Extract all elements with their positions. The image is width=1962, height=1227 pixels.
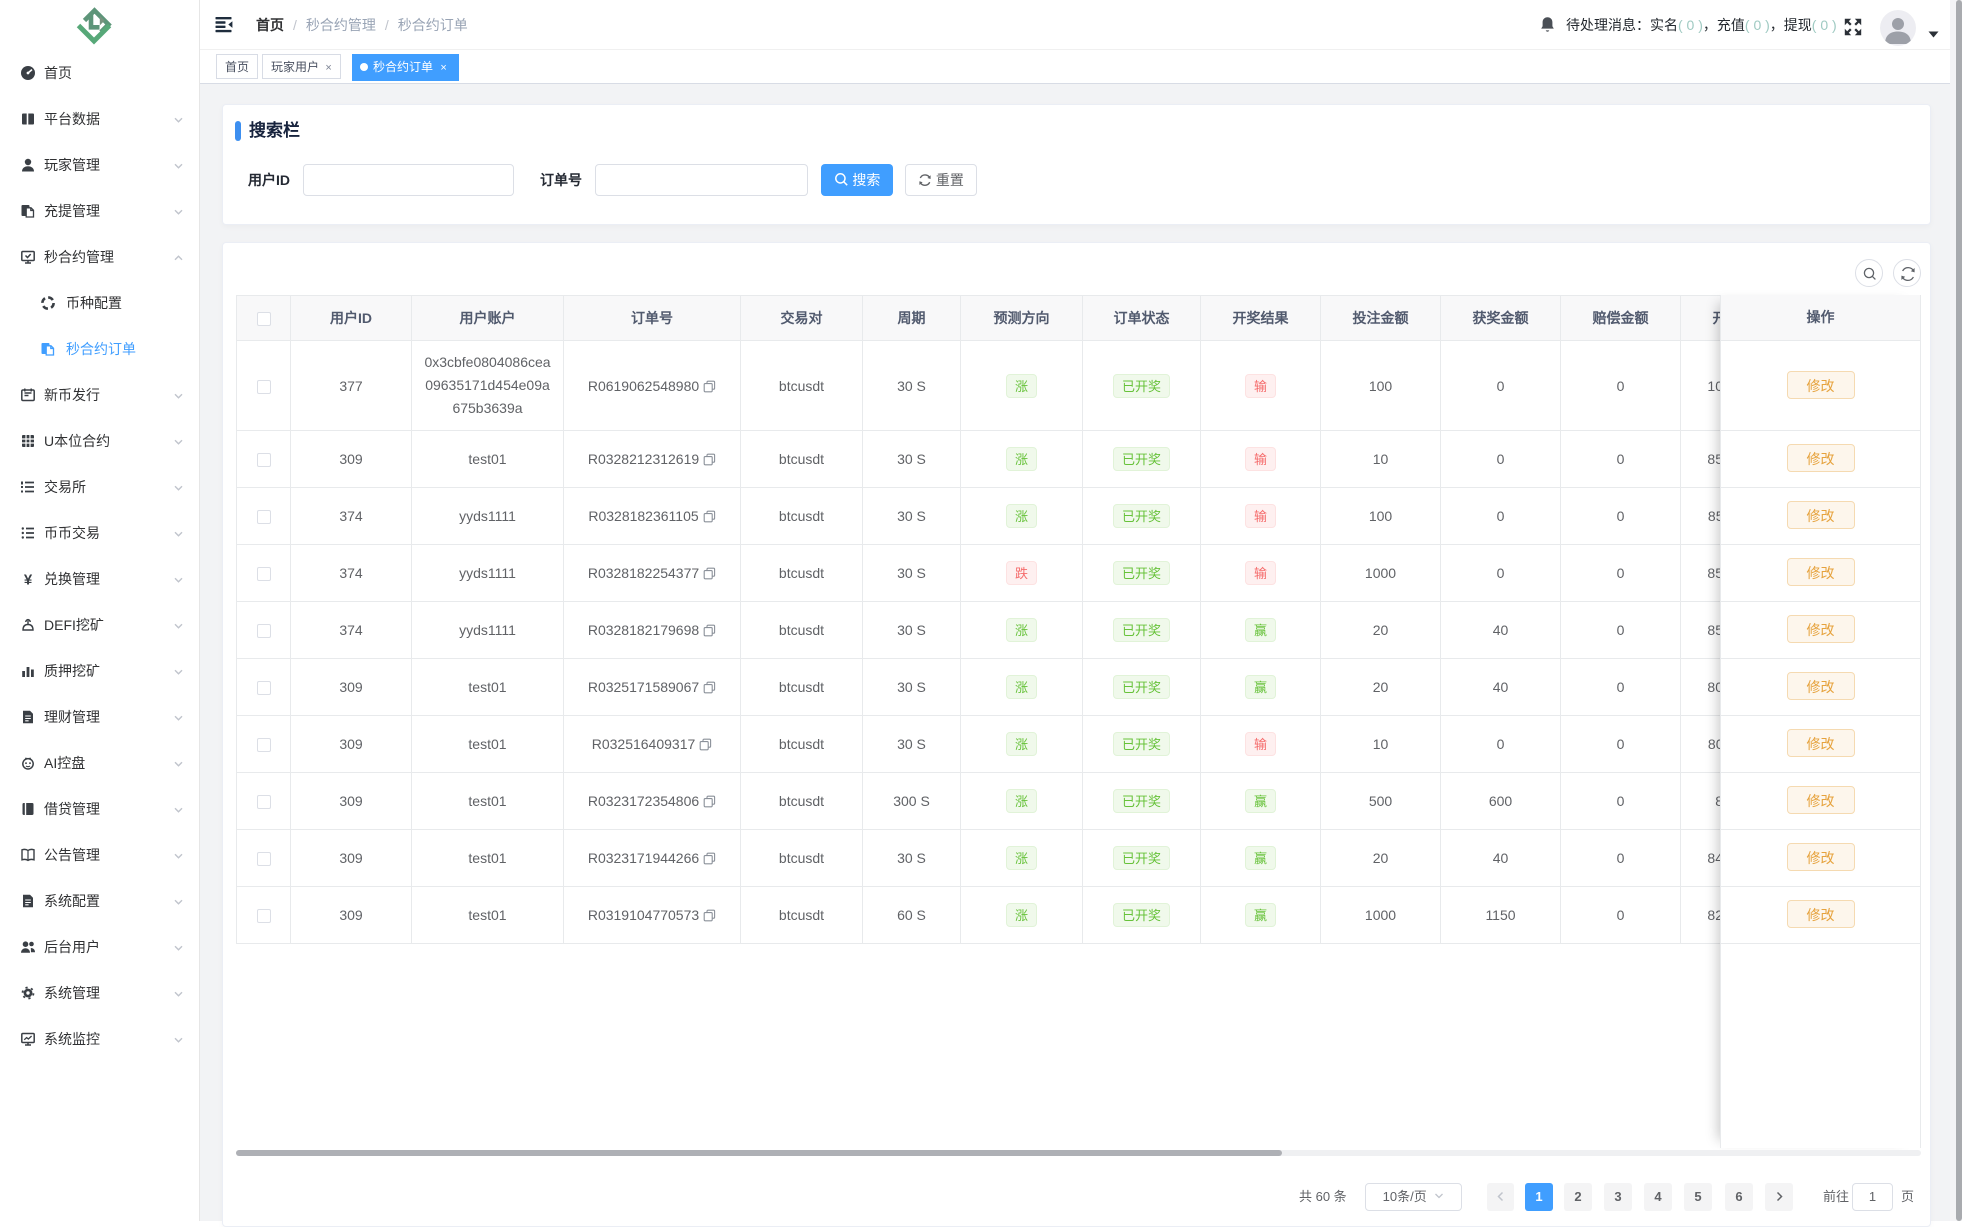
svg-text:¥: ¥ xyxy=(24,572,33,588)
